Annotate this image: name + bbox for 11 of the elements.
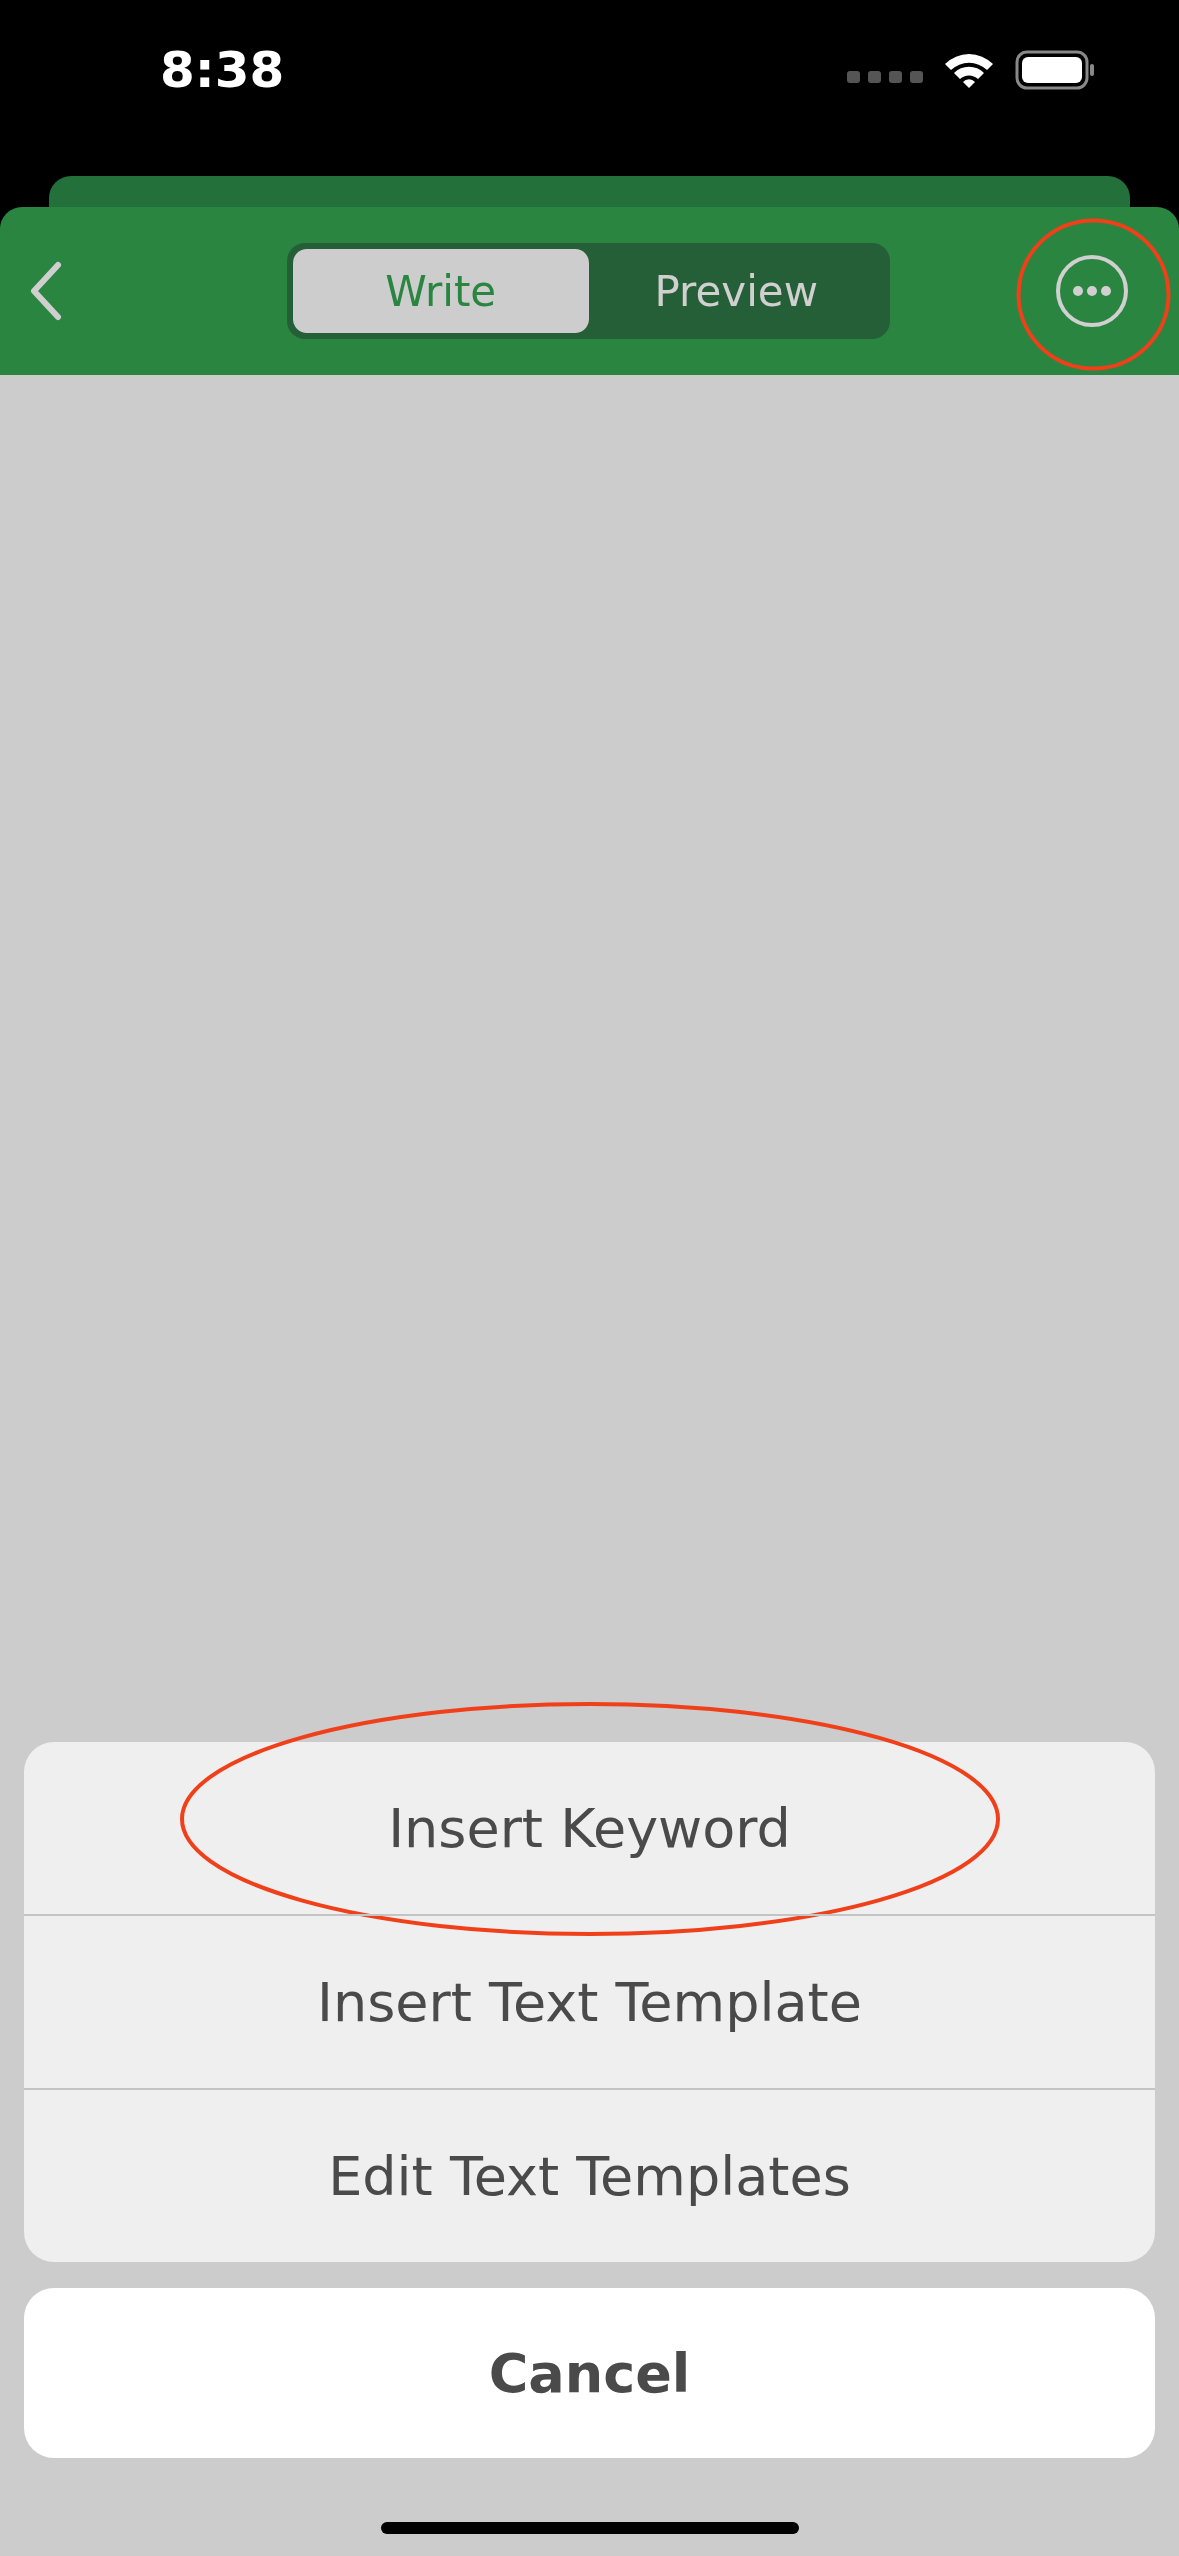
action-item[interactable]: Edit Text Templates — [24, 2090, 1155, 2262]
status-time: 8:38 — [160, 41, 285, 99]
action-item[interactable]: Insert Keyword — [24, 1742, 1155, 1914]
more-icon[interactable] — [1054, 253, 1130, 329]
segment-tab[interactable]: Preview — [588, 249, 884, 333]
battery-icon — [1015, 50, 1095, 90]
back-icon[interactable] — [28, 261, 62, 321]
action-item[interactable]: Insert Text Template — [24, 1916, 1155, 2088]
cancel-button[interactable]: Cancel — [24, 2288, 1155, 2458]
wifi-icon — [943, 51, 995, 89]
signal-icon — [847, 70, 923, 84]
